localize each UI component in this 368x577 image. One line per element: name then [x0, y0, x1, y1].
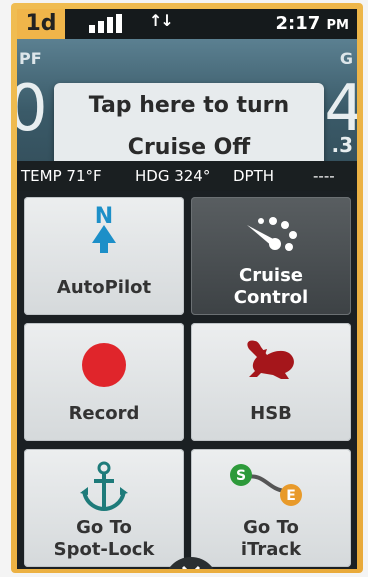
itrack-label-line1: Go To	[243, 517, 299, 538]
speedometer-icon	[247, 217, 297, 251]
track-route-icon: S E	[230, 464, 302, 506]
spot-lock-label-line2: Spot-Lock	[53, 539, 155, 560]
cruise-off-popup[interactable]: Tap here to turn Cruise Off	[54, 83, 324, 161]
record-button[interactable]: Record	[24, 323, 184, 441]
clock-ampm: PM	[326, 18, 349, 33]
screen-badge: 1d	[17, 9, 65, 39]
gauge-right-sub: .3	[331, 133, 353, 157]
clock-time: 2:17	[275, 13, 321, 34]
itrack-label-line2: iTrack	[240, 539, 302, 560]
itrack-button[interactable]: S E Go To iTrack	[191, 449, 351, 567]
screen: 1d ↑↓ 2:17 PM PF 0 G 4 .3 Tap here to tu…	[17, 9, 357, 569]
signal-strength-icon	[89, 14, 129, 33]
heading-readout: HDG 324°	[135, 167, 211, 185]
spot-lock-label-line1: Go To	[76, 517, 132, 538]
cruise-control-button[interactable]: Cruise Control	[191, 197, 351, 315]
speed-gauge[interactable]: PF 0 G 4 .3 Tap here to turn Cruise Off	[17, 39, 357, 161]
hsb-button[interactable]: HSB	[191, 323, 351, 441]
clock: 2:17 PM	[275, 13, 349, 34]
popup-line-1: Tap here to turn	[88, 93, 290, 118]
track-end-letter: E	[286, 488, 296, 504]
hsb-label: HSB	[250, 403, 292, 424]
spot-lock-button[interactable]: Go To Spot-Lock	[24, 449, 184, 567]
anchor-icon	[80, 461, 128, 512]
autopilot-label: AutoPilot	[56, 277, 152, 298]
record-icon	[82, 343, 126, 387]
data-transfer-icon: ↑↓	[149, 11, 174, 30]
status-bar: 1d ↑↓ 2:17 PM	[17, 9, 357, 39]
gauge-right-value: 4	[324, 72, 357, 146]
gauge-right-label: G	[339, 49, 353, 68]
record-label: Record	[68, 403, 140, 424]
temp-readout: TEMP 71°F	[21, 167, 102, 185]
chevron-down-icon	[181, 565, 201, 569]
depth-value: ----	[313, 167, 335, 185]
gauge-left-label: PF	[19, 49, 42, 68]
control-grid: N AutoPilot Cruise Control Record HSB Go…	[17, 191, 357, 569]
north-arrow-icon: N	[92, 204, 116, 253]
rabbit-icon	[247, 340, 294, 379]
gauge-left-value: 0	[17, 72, 48, 146]
depth-label: DPTH	[233, 167, 275, 185]
cruise-label-line1: Cruise	[239, 265, 303, 286]
autopilot-button[interactable]: N AutoPilot	[24, 197, 184, 315]
info-bar: TEMP 71°F HDG 324° DPTH ----	[17, 161, 357, 191]
cruise-label-line2: Control	[233, 287, 309, 308]
popup-line-2: Cruise Off	[127, 135, 251, 160]
track-start-letter: S	[236, 468, 246, 484]
